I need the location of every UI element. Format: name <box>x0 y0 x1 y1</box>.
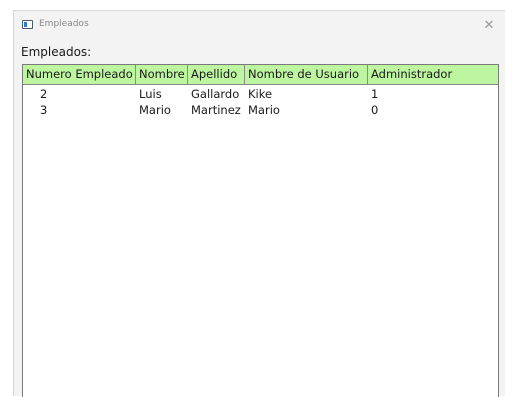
cell-administrador[interactable]: 0 <box>368 102 498 118</box>
column-header-numero-empleado[interactable]: Numero Empleado <box>23 65 136 85</box>
cell-apellido[interactable]: Martinez <box>188 102 245 118</box>
cell-nombre[interactable]: Luis <box>136 86 188 102</box>
title-bar[interactable]: Empleados ✕ <box>14 11 505 39</box>
column-header-apellido[interactable]: Apellido <box>188 65 245 85</box>
section-label: Empleados: <box>21 45 92 59</box>
employees-data-grid[interactable]: Numero Empleado Nombre Apellido Nombre d… <box>22 64 499 397</box>
cell-nombre-de-usuario[interactable]: Mario <box>245 102 368 118</box>
cell-numero-empleado[interactable]: 3 <box>23 102 136 118</box>
column-header-administrador[interactable]: Administrador <box>368 65 498 85</box>
column-header-nombre[interactable]: Nombre <box>136 65 188 85</box>
window-title: Empleados <box>39 19 89 29</box>
table-row[interactable]: 3 Mario Martinez Mario 0 <box>23 102 498 118</box>
cell-apellido[interactable]: Gallardo <box>188 86 245 102</box>
close-button[interactable]: ✕ <box>473 11 505 39</box>
employees-window: Empleados ✕ Empleados: Numero Empleado N… <box>13 10 505 397</box>
column-header-nombre-de-usuario[interactable]: Nombre de Usuario <box>245 65 368 85</box>
cell-nombre-de-usuario[interactable]: Kike <box>245 86 368 102</box>
table-row[interactable]: 2 Luis Gallardo Kike 1 <box>23 86 498 102</box>
cell-administrador[interactable]: 1 <box>368 86 498 102</box>
grid-rows: 2 Luis Gallardo Kike 1 3 Mario Martinez … <box>23 86 498 118</box>
grid-header: Numero Empleado Nombre Apellido Nombre d… <box>23 65 498 85</box>
app-window-icon <box>22 20 33 29</box>
cell-nombre[interactable]: Mario <box>136 102 188 118</box>
cell-numero-empleado[interactable]: 2 <box>23 86 136 102</box>
